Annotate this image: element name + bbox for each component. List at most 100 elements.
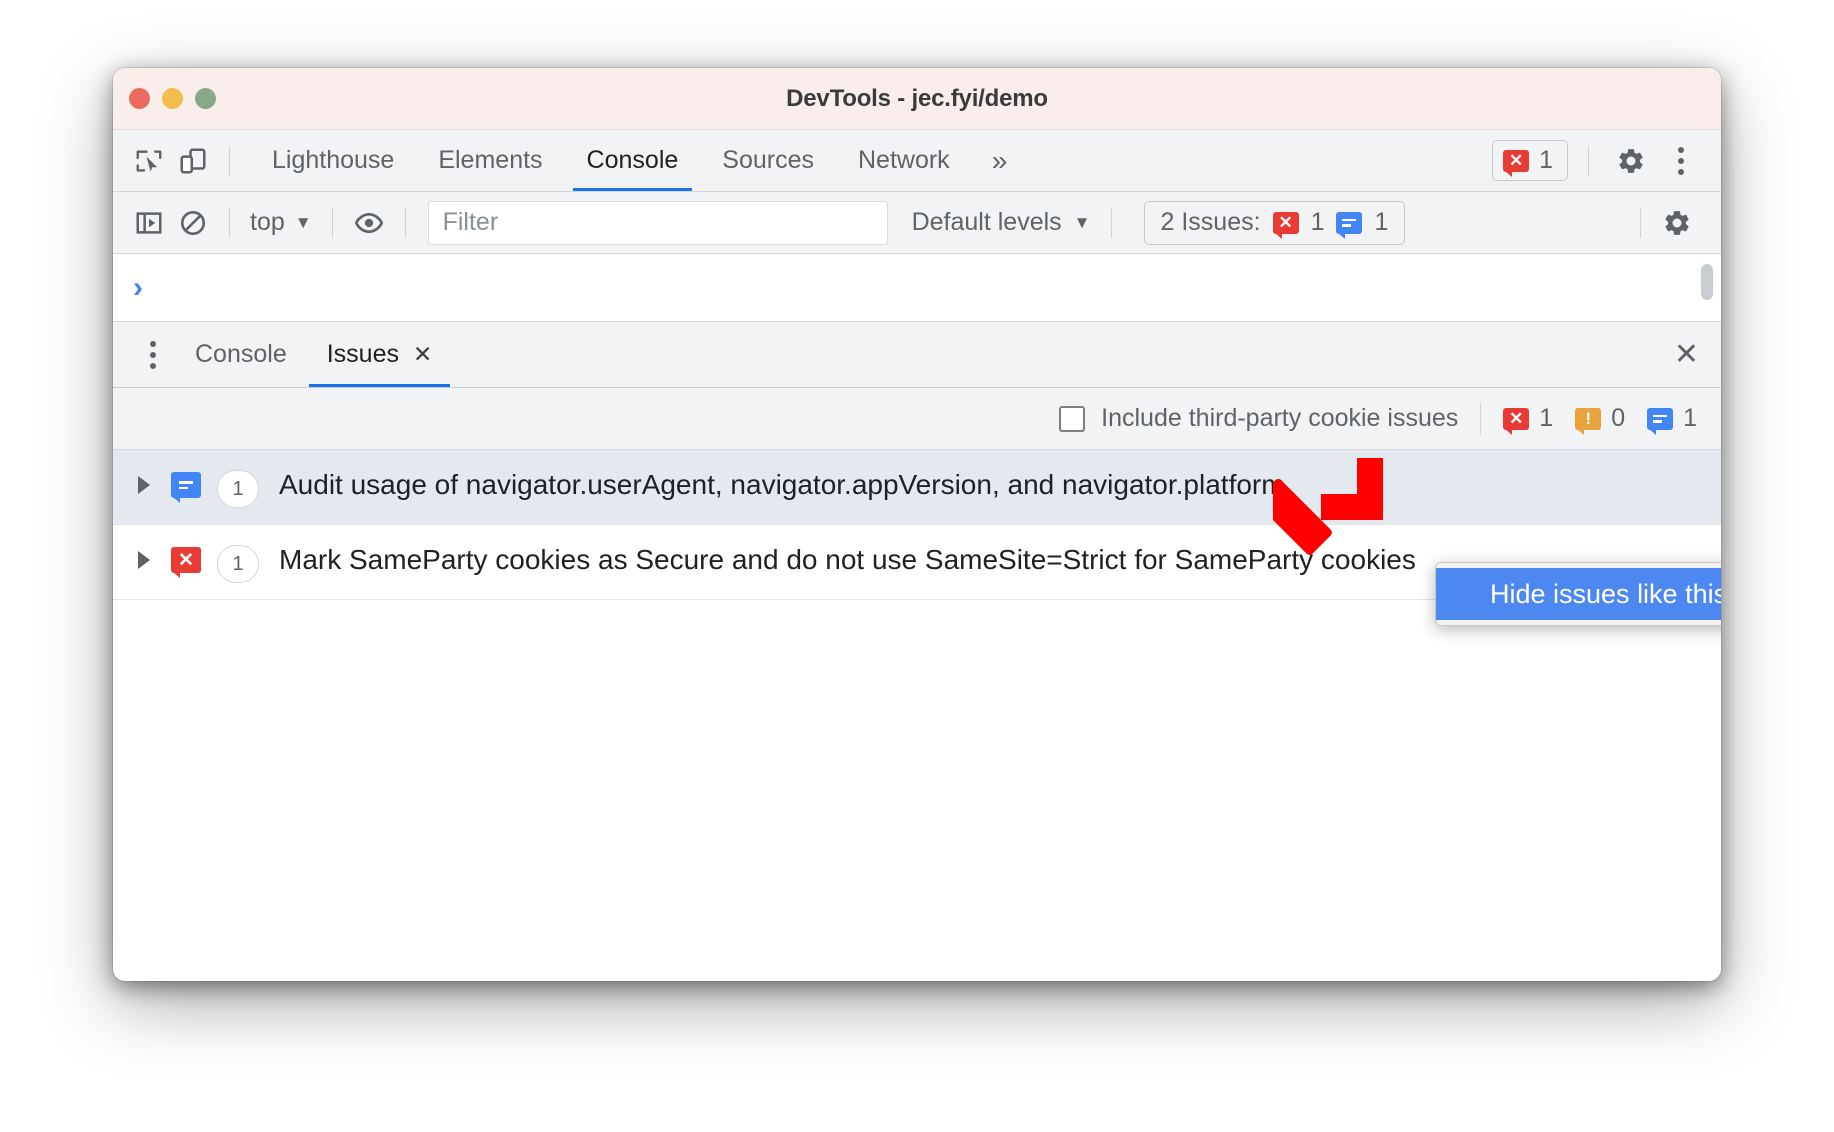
error-glyph: ✕ — [1509, 409, 1524, 428]
panel-tabs: Lighthouse Elements Console Sources Netw… — [250, 130, 1027, 191]
checkbox-box[interactable] — [1059, 405, 1086, 432]
close-drawer-icon[interactable]: ✕ — [1674, 337, 1699, 372]
device-toolbar-icon[interactable] — [171, 139, 215, 183]
scrollbar-thumb[interactable] — [1701, 264, 1713, 300]
tab-label: Sources — [722, 146, 814, 174]
expand-triangle-icon[interactable] — [131, 476, 157, 494]
clear-console-icon[interactable] — [171, 201, 215, 245]
more-tabs-icon[interactable]: » — [972, 145, 1028, 177]
main-toolbar-right: ✕ 1 — [1492, 139, 1721, 183]
inspect-element-icon[interactable] — [127, 139, 171, 183]
close-tab-icon[interactable]: ✕ — [413, 341, 432, 368]
execution-context-value: top — [250, 208, 285, 236]
issue-count-chip: 1 — [217, 545, 259, 583]
tab-label: Console — [586, 146, 679, 174]
issues-info-count: 1 — [1374, 208, 1389, 236]
filter-input[interactable]: Filter — [427, 200, 888, 245]
info-bubble-icon — [171, 472, 201, 503]
tab-label: Lighthouse — [272, 146, 395, 174]
error-bubble-icon: ✕ — [1272, 211, 1299, 239]
maximize-window-button[interactable] — [195, 88, 216, 109]
red-arrow-annotation — [1256, 452, 1413, 567]
expand-triangle-icon[interactable] — [131, 551, 157, 569]
error-glyph: ✕ — [178, 549, 194, 571]
error-glyph: ✕ — [1508, 151, 1524, 170]
issues-error-count: 1 — [1310, 208, 1325, 236]
console-output-area[interactable]: › — [113, 254, 1721, 322]
info-bubble-icon — [1647, 407, 1674, 435]
error-bubble-icon: ✕ — [1503, 407, 1530, 435]
error-bubble-icon: ✕ — [171, 547, 201, 578]
error-count-group: ✕ 1 — [1503, 404, 1554, 435]
toolbar-divider — [229, 145, 230, 176]
checkbox-label: Include third-party cookie issues — [1101, 404, 1459, 432]
drawer-tab-bar: Console Issues ✕ ✕ — [113, 322, 1721, 388]
error-bubble-icon: ✕ — [1503, 149, 1530, 177]
issues-summary-label: 2 Issues: — [1160, 208, 1261, 236]
devtools-window: DevTools - jec.fyi/demo Lighthouse Eleme… — [113, 68, 1721, 981]
toolbar-divider — [1110, 207, 1112, 238]
drawer-kebab-icon[interactable] — [131, 333, 175, 377]
issues-list: 1 Audit usage of navigator.userAgent, na… — [113, 450, 1721, 808]
window-title: DevTools - jec.fyi/demo — [786, 84, 1048, 112]
error-count-button[interactable]: ✕ 1 — [1492, 140, 1568, 181]
window-titlebar: DevTools - jec.fyi/demo — [113, 68, 1721, 130]
warning-bubble-icon: ! — [1575, 407, 1602, 435]
drawer-tab-label: Issues — [326, 340, 399, 368]
error-count-value: 1 — [1539, 146, 1553, 174]
issues-summary-button[interactable]: 2 Issues: ✕ 1 1 — [1143, 200, 1406, 245]
toolbar-divider — [331, 207, 333, 238]
issues-filter-toolbar: Include third-party cookie issues ✕ 1 ! … — [113, 388, 1721, 450]
tab-elements[interactable]: Elements — [416, 130, 564, 191]
console-filter-toolbar: top ▼ Filter Default levels ▼ 2 Issues: — [113, 192, 1721, 254]
warning-count-value: 0 — [1611, 404, 1626, 432]
execution-context-selector[interactable]: top ▼ — [244, 208, 318, 237]
context-menu-item-label: Hide issues like this — [1490, 578, 1721, 609]
third-party-cookie-checkbox[interactable]: Include third-party cookie issues — [1059, 404, 1458, 433]
console-sidebar-icon[interactable] — [127, 201, 171, 245]
issue-count-chip: 1 — [217, 470, 259, 508]
tab-console[interactable]: Console — [565, 130, 701, 191]
traffic-lights — [129, 88, 216, 109]
toolbar-divider — [1480, 402, 1482, 435]
tab-lighthouse[interactable]: Lighthouse — [250, 130, 416, 191]
info-bubble-icon — [1336, 211, 1363, 239]
screenshot-root: DevTools - jec.fyi/demo Lighthouse Eleme… — [0, 0, 1834, 1132]
info-count-value: 1 — [1683, 404, 1697, 432]
minimize-window-button[interactable] — [162, 88, 183, 109]
drawer-tab-issues[interactable]: Issues ✕ — [307, 322, 453, 387]
console-settings-area — [1626, 201, 1721, 245]
live-expression-icon[interactable] — [347, 201, 391, 245]
close-window-button[interactable] — [129, 88, 150, 109]
tab-network[interactable]: Network — [836, 130, 972, 191]
context-menu: Hide issues like this — [1435, 562, 1721, 626]
error-glyph: ✕ — [1278, 213, 1293, 232]
context-menu-item-hide-issues[interactable]: Hide issues like this — [1436, 568, 1721, 620]
drawer-tab-label: Console — [195, 340, 287, 368]
tab-label: Elements — [438, 146, 543, 174]
toolbar-divider — [229, 207, 230, 238]
chevron-down-icon: ▼ — [1073, 212, 1091, 232]
log-levels-label: Default levels — [911, 208, 1062, 236]
info-count-group: 1 — [1647, 404, 1697, 435]
console-prompt-icon: › — [133, 270, 143, 304]
toolbar-divider — [1588, 145, 1589, 176]
error-count-value: 1 — [1539, 404, 1554, 432]
warning-glyph: ! — [1585, 409, 1592, 428]
log-levels-selector[interactable]: Default levels ▼ — [906, 208, 1097, 237]
gear-icon[interactable] — [1609, 139, 1653, 183]
kebab-menu-icon[interactable] — [1659, 139, 1703, 183]
issue-row[interactable]: 1 Audit usage of navigator.userAgent, na… — [113, 450, 1721, 525]
main-toolbar: Lighthouse Elements Console Sources Netw… — [113, 130, 1721, 192]
gear-icon[interactable] — [1655, 201, 1699, 245]
toolbar-divider — [404, 207, 406, 238]
toolbar-divider — [1640, 207, 1641, 238]
filter-placeholder: Filter — [442, 208, 499, 236]
warning-count-group: ! 0 — [1575, 404, 1626, 435]
issue-title: Mark SameParty cookies as Secure and do … — [279, 544, 1416, 575]
tab-sources[interactable]: Sources — [700, 130, 836, 191]
console-scrollbar[interactable] — [1699, 258, 1715, 317]
tab-label: Network — [858, 146, 950, 174]
chevron-down-icon: ▼ — [294, 212, 312, 232]
drawer-tab-console[interactable]: Console — [175, 322, 307, 387]
